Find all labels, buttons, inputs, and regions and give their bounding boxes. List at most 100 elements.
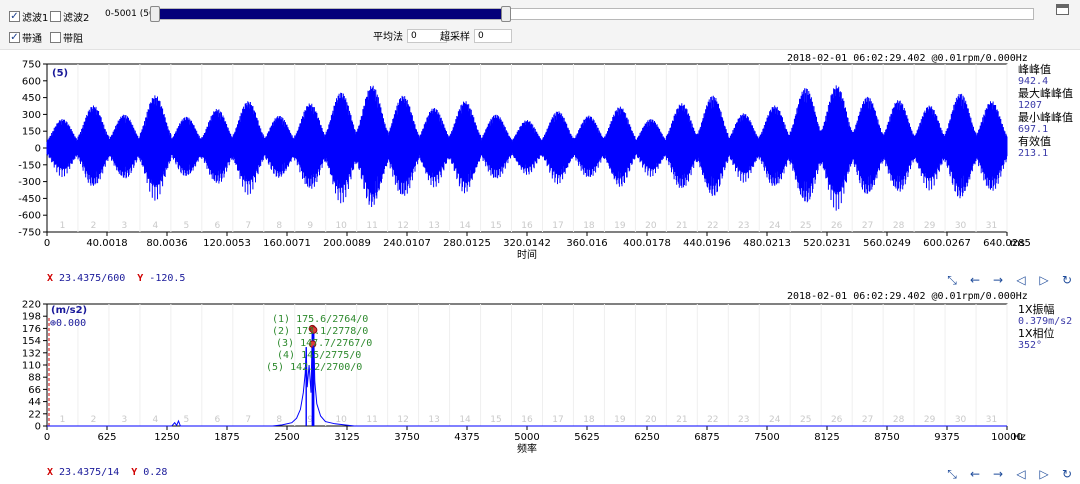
spectrum-x-tick-label: 5000 (514, 432, 539, 443)
spectrum-cursor-x-label: X (47, 467, 54, 478)
time-sector-number: 29 (924, 221, 936, 231)
spectrum-peak-label: (3) 147.7/2767/0 (276, 338, 372, 349)
window-icon[interactable] (1056, 4, 1069, 15)
spectrum-cursor-y-label: Y (131, 467, 138, 478)
time-sector-number: 19 (614, 221, 626, 231)
spectrum-axes: 1 2 3 4 5 6 7 8 9 10 11 12 13 14 15 16 17 18 19 20 21 22 23 24 2… (22, 300, 1023, 444)
spectrum-sector-number: 18 (583, 415, 595, 425)
time-sector-number: 23 (738, 221, 749, 231)
time-sector-number: 13 (428, 221, 439, 231)
spectrum-y-tick-label: 110 (22, 361, 41, 372)
spectrum-marker-value: ⊕0.000 (50, 318, 86, 329)
time-sector-number: 28 (893, 221, 905, 231)
time-sector-number: 22 (707, 221, 718, 231)
bandstop-checkbox[interactable]: 带阻 (50, 30, 83, 45)
spectrum-sector-number: 5 (183, 415, 189, 425)
filter2-checkbox[interactable]: 滤波2 (50, 9, 89, 24)
pan-left-icon[interactable]: ← (965, 272, 985, 288)
filter2-box (50, 11, 61, 22)
step-right-icon[interactable]: ▷ (1034, 272, 1054, 288)
time-y-tick-label: -450 (18, 194, 41, 205)
spectrum-peak-label: (5) 142.2/2700/0 (266, 362, 362, 373)
spectrum-x-tick-label: 6875 (694, 432, 719, 443)
spectrum-y-tick-label: 44 (28, 397, 41, 408)
spectrum-sector-number: 31 (986, 415, 997, 425)
spectrum-cursor-x-value: 23.4375/14 (59, 467, 120, 478)
range-slider-end-handle[interactable] (501, 6, 512, 22)
average-control: 平均法 0 (373, 28, 447, 43)
spectrum-y-tick-label: 176 (22, 324, 41, 335)
spectrum-x-tick-label: 4375 (454, 432, 479, 443)
bandstop-box (50, 32, 61, 43)
spectrum-sector-number: 15 (490, 415, 501, 425)
time-y-tick-label: -600 (18, 211, 41, 222)
spectrum-x-tick-label: 1250 (154, 432, 179, 443)
spectrum-y-tick-label: 132 (22, 348, 41, 359)
spectrum-peak-label: (2) 173.1/2778/0 (272, 326, 368, 337)
time-sector-number: 4 (153, 221, 159, 231)
time-sector-number: 21 (676, 221, 687, 231)
time-waveform-chart[interactable]: 1 2 3 4 5 6 7 8 9 10 11 12 13 14 15 16 17 18 19 20 21 22 23 24 2… (0, 50, 1080, 264)
spectrum-x-tick-label: 5625 (574, 432, 599, 443)
spectrum-sector-number: 6 (214, 415, 220, 425)
time-x-tick-label: 320.0142 (503, 238, 551, 249)
time-sector-number: 1 (60, 221, 66, 231)
time-sector-number: 26 (831, 221, 843, 231)
spectrum-sector-number: 12 (397, 415, 408, 425)
time-y-tick-label: 300 (22, 110, 41, 121)
bandpass-checkbox[interactable]: ✓ 带通 (9, 30, 42, 45)
spectrum-sector-number: 30 (955, 415, 967, 425)
reset-icon[interactable]: ↻ (1057, 272, 1077, 288)
time-x-label: 时间 (517, 248, 537, 261)
time-sector-number: 30 (955, 221, 967, 231)
spectrum-sector-number: 25 (800, 415, 811, 425)
spectrum-sector-number: 13 (428, 415, 439, 425)
spectrum-x-tick-label: 7500 (754, 432, 779, 443)
time-sector-number: 3 (122, 221, 128, 231)
oversample-input[interactable]: 0 (474, 28, 512, 43)
fit-icon[interactable]: ⤡ (942, 466, 962, 482)
time-sector-number: 24 (769, 221, 781, 231)
step-right-icon[interactable]: ▷ (1034, 466, 1054, 482)
time-y-tick-label: -300 (18, 177, 41, 188)
fit-icon[interactable]: ⤡ (942, 272, 962, 288)
time-x-tick-label: 240.0107 (383, 238, 431, 249)
time-sector-number: 31 (986, 221, 997, 231)
pan-right-icon[interactable]: → (988, 466, 1008, 482)
spectrum-sector-number: 10 (335, 415, 347, 425)
range-slider-start-handle[interactable] (150, 6, 160, 22)
pan-left-icon[interactable]: ← (965, 466, 985, 482)
spectrum-x-tick-label: 3125 (334, 432, 359, 443)
spectrum-x-tick-label: 6250 (634, 432, 659, 443)
bandpass-label: 带通 (22, 34, 42, 45)
spectrum-sector-number: 16 (521, 415, 533, 425)
range-slider[interactable] (150, 6, 1034, 22)
time-sector-number: 8 (276, 221, 282, 231)
spectrum-sector-number: 11 (366, 415, 377, 425)
time-sector-number: 27 (862, 221, 873, 231)
filter1-checkbox[interactable]: ✓ 滤波1 (9, 9, 48, 24)
pan-right-icon[interactable]: → (988, 272, 1008, 288)
time-cursor-y-label: Y (137, 273, 144, 284)
time-sector-number: 20 (645, 221, 657, 231)
step-left-icon[interactable]: ◁ (1011, 466, 1031, 482)
spectrum-sector-number: 24 (769, 415, 781, 425)
spectrum-sector-number: 21 (676, 415, 687, 425)
spectrum-sector-number: 3 (122, 415, 128, 425)
time-sector-number: 7 (245, 221, 251, 231)
spectrum-x-tick-label: 2500 (274, 432, 299, 443)
time-x-tick-label: 400.0178 (623, 238, 671, 249)
toolbar: ✓ 滤波1 滤波2 0-5001 (500 ✓ 带通 带阻 平均法 0 超采样 … (0, 0, 1080, 50)
reset-icon[interactable]: ↻ (1057, 466, 1077, 482)
spectrum-chart[interactable]: 1 2 3 4 5 6 7 8 9 10 11 12 13 14 15 16 17 18 19 20 21 22 23 24 2… (0, 290, 1080, 460)
spectrum-y-tick-label: 198 (22, 312, 41, 323)
time-x-tick-label: 360.016 (566, 238, 607, 249)
spectrum-y-tick-label: 154 (22, 336, 41, 347)
time-y-tick-label: -750 (18, 228, 41, 239)
spectrum-x-tick-label: 8750 (874, 432, 899, 443)
average-label: 平均法 (373, 32, 403, 43)
step-left-icon[interactable]: ◁ (1011, 272, 1031, 288)
time-channel-label: (5) (52, 68, 68, 79)
spectrum-y-tick-label: 0 (35, 422, 41, 433)
bandpass-check-icon: ✓ (9, 32, 20, 43)
